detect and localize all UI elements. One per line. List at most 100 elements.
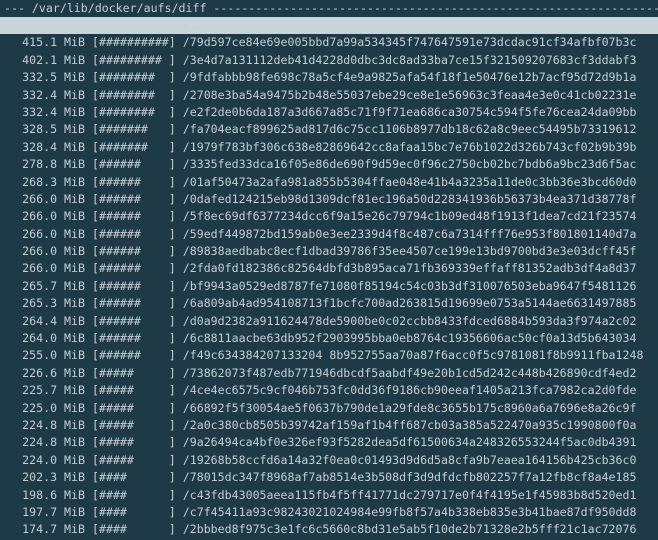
- entry-name: /6c8811aacbe63db952f2903995bba0eb8764c19…: [182, 331, 637, 346]
- entry-usage-bar: [#### ]: [92, 470, 176, 485]
- entry-usage-bar: [###### ]: [92, 191, 176, 206]
- directory-entry-row[interactable]: 266.0 MiB [###### ] /0dafed124215eb98d1309…: [0, 191, 658, 208]
- directory-entry-row[interactable]: 226.6 MiB [##### ] /73862073f487edb771946d…: [0, 365, 658, 382]
- directory-entry-row[interactable]: 225.7 MiB [##### ] /4ce4ec6575c9cf046b753f…: [0, 382, 658, 399]
- entry-usage-bar: [###### ]: [92, 313, 176, 328]
- entry-usage-bar: [###### ]: [92, 348, 176, 363]
- directory-entry-row[interactable]: 266.0 MiB [###### ] /59edf449872bd159ab0e3…: [0, 226, 658, 243]
- directory-entry-row[interactable]: 255.0 MiB [###### ] /f49c634384207133204 8…: [0, 347, 658, 364]
- entry-usage-bar: [###### ]: [92, 261, 176, 276]
- entry-name: /2bbbed8f975c3e1fc6c5660c8bd31e5ab5f10de…: [182, 522, 637, 537]
- parent-directory-row[interactable]: /..: [0, 17, 658, 35]
- directory-listing: /.. 415.1 MiB [##########] /79d597ce84e69e…: [0, 17, 658, 540]
- entry-size: 224.8 MiB: [22, 435, 85, 450]
- entry-usage-bar: [###### ]: [92, 157, 176, 172]
- entry-size: 225.7 MiB: [22, 383, 85, 398]
- entry-name: /fa704eacf899625ad817d6c75cc1106b8977db1…: [182, 122, 637, 137]
- directory-entry-row[interactable]: 265.7 MiB [###### ] /bf9943a0529ed8787fe71…: [0, 278, 658, 295]
- directory-entry-row[interactable]: 197.7 MiB [#### ] /c7f45411a93c98243021024…: [0, 504, 658, 521]
- entry-name: /66892f5f30054ae5f0637b790de1a29fde8c365…: [182, 400, 637, 415]
- directory-entry-row[interactable]: 278.8 MiB [###### ] /3335fed33dca16f05e86d…: [0, 156, 658, 173]
- directory-entry-row[interactable]: 224.8 MiB [##### ] /2a0c380cb8505b39742af1…: [0, 417, 658, 434]
- entry-name: /59edf449872bd159ab0e3ee2339d4f8c487c6a7…: [182, 226, 637, 241]
- entry-size: 278.8 MiB: [22, 157, 85, 172]
- entry-name: /19268b58ccfd6a14a32f0ea0c01493d9d6d5a8c…: [182, 452, 637, 467]
- entry-size: 266.0 MiB: [22, 261, 85, 276]
- entry-bar: [92, 17, 175, 34]
- entry-usage-bar: [######### ]: [92, 52, 176, 67]
- entry-usage-bar: [###### ]: [92, 226, 176, 241]
- entry-name: /3335fed33dca16f05e86de690f9d59ec0f96c27…: [182, 157, 637, 172]
- entry-size: 198.6 MiB: [22, 487, 85, 502]
- entry-usage-bar: [##### ]: [92, 400, 176, 415]
- entry-usage-bar: [######## ]: [92, 70, 176, 85]
- entry-usage-bar: [##### ]: [92, 417, 176, 432]
- entry-name: /c43fdb43005aeea115fb4f5ff41771dc279717e…: [182, 487, 637, 502]
- entry-name: /5f8ec69df6377234dcc6f9a15e26c79794c1b09…: [182, 209, 637, 224]
- entry-size: 264.0 MiB: [22, 331, 85, 346]
- entry-name: /78015dc347f8968af7ab8514e3b508df3d9dfdc…: [182, 470, 637, 485]
- entry-usage-bar: [###### ]: [92, 244, 176, 259]
- entry-usage-bar: [######## ]: [92, 104, 176, 119]
- entry-usage-bar: [####### ]: [92, 139, 176, 154]
- entry-name: /6a809ab4ad954108713f1bcfc700ad263815d19…: [182, 296, 637, 311]
- directory-entry-row[interactable]: 268.3 MiB [###### ] /01af50473a2afa981a855…: [0, 174, 658, 191]
- directory-entry-row[interactable]: 265.3 MiB [###### ] /6a809ab4ad954108713f1…: [0, 295, 658, 312]
- entry-usage-bar: [####### ]: [92, 122, 176, 137]
- directory-entry-row[interactable]: 224.0 MiB [##### ] /19268b58ccfd6a14a32f0e…: [0, 452, 658, 469]
- directory-entry-row[interactable]: 332.5 MiB [######## ] /9fdfabbb98fe698c78a…: [0, 69, 658, 86]
- entry-name: /..: [182, 18, 203, 32]
- entry-name: /3e4d7a131112deb41d4228d0dbc3dc8ad33ba7c…: [182, 52, 637, 67]
- entry-size: 328.5 MiB: [22, 122, 85, 137]
- entry-size: 332.4 MiB: [22, 104, 85, 119]
- entry-size: 266.0 MiB: [22, 209, 85, 224]
- directory-entry-row[interactable]: 266.0 MiB [###### ] /2fda0fd182386c82564db…: [0, 260, 658, 277]
- directory-entry-row[interactable]: 264.4 MiB [###### ] /d0a9d2382a911624478de…: [0, 313, 658, 330]
- entry-usage-bar: [##### ]: [92, 435, 176, 450]
- directory-entry-row[interactable]: 415.1 MiB [##########] /79d597ce84e69e005b…: [0, 34, 658, 51]
- directory-entry-row[interactable]: 225.0 MiB [##### ] /66892f5f30054ae5f0637b…: [0, 400, 658, 417]
- entry-size: 266.0 MiB: [22, 191, 85, 206]
- entry-name: /9a26494ca4bf0e326ef93f5282dea5df6150063…: [182, 435, 637, 450]
- entry-size: 332.4 MiB: [22, 87, 85, 102]
- terminal-window: --- /var/lib/docker/aufs/diff ----------…: [0, 0, 658, 540]
- entry-name: /f49c634384207133204 8b952755aa70a87f6ac…: [182, 348, 644, 363]
- entry-size: 265.3 MiB: [22, 296, 85, 311]
- directory-entry-row[interactable]: 224.8 MiB [##### ] /9a26494ca4bf0e326ef93f…: [0, 434, 658, 451]
- entry-usage-bar: [#### ]: [92, 504, 176, 519]
- entry-size: 225.0 MiB: [22, 400, 85, 415]
- entry-name: /4ce4ec6575c9cf046b753fc0dd36f9186cb90ee…: [182, 383, 637, 398]
- entry-name: /0dafed124215eb98d1309dcf81ec196a50d2283…: [182, 191, 637, 206]
- entry-size: [0, 17, 85, 34]
- directory-entry-row[interactable]: 198.6 MiB [#### ] /c43fdb43005aeea115fb4f5…: [0, 487, 658, 504]
- entry-size: 266.0 MiB: [22, 226, 85, 241]
- entry-name: /d0a9d2382a911624478de5900be0c02ccbb8433…: [182, 313, 637, 328]
- entry-usage-bar: [######## ]: [92, 87, 176, 102]
- directory-entry-row[interactable]: 202.3 MiB [#### ] /78015dc347f8968af7ab851…: [0, 469, 658, 486]
- directory-entry-row[interactable]: 266.0 MiB [###### ] /5f8ec69df6377234dcc6f…: [0, 208, 658, 225]
- entry-name: /2fda0fd182386c82564dbfd3b895aca71fb3693…: [182, 261, 637, 276]
- entry-size: 226.6 MiB: [22, 365, 85, 380]
- directory-entry-row[interactable]: 264.0 MiB [###### ] /6c8811aacbe63db952f29…: [0, 330, 658, 347]
- entry-name: /2a0c380cb8505b39742af159af1b4ff687cb03a…: [182, 417, 637, 432]
- directory-entry-row[interactable]: 328.5 MiB [####### ] /fa704eacf899625ad817…: [0, 121, 658, 138]
- entry-size: 197.7 MiB: [22, 504, 85, 519]
- directory-entry-row[interactable]: 266.0 MiB [###### ] /89838aedbabc8ecf1dbad…: [0, 243, 658, 260]
- entry-size: 264.4 MiB: [22, 313, 85, 328]
- entry-name: /01af50473a2afa981a855b5304ffae048e41b4a…: [182, 174, 637, 189]
- path-header: --- /var/lib/docker/aufs/diff ----------…: [4, 1, 658, 15]
- entry-size: 174.7 MiB: [22, 522, 85, 537]
- entry-usage-bar: [#### ]: [92, 522, 176, 537]
- entry-usage-bar: [##### ]: [92, 383, 176, 398]
- entry-name: /79d597ce84e69e005bbd7a99a534345f7476475…: [182, 35, 637, 50]
- entry-usage-bar: [###### ]: [92, 296, 176, 311]
- directory-entry-row[interactable]: 332.4 MiB [######## ] /e2f2de0b6da187a3d66…: [0, 104, 658, 121]
- entry-size: 265.7 MiB: [22, 278, 85, 293]
- directory-entry-row[interactable]: 174.7 MiB [#### ] /2bbbed8f975c3e1fc6c5660…: [0, 521, 658, 538]
- entry-size: 332.5 MiB: [22, 70, 85, 85]
- entry-size: 328.4 MiB: [22, 139, 85, 154]
- directory-entry-row[interactable]: 402.1 MiB [######### ] /3e4d7a131112deb41d…: [0, 52, 658, 69]
- entry-usage-bar: [###### ]: [92, 331, 176, 346]
- directory-entry-row[interactable]: 328.4 MiB [####### ] /1979f783bf306c638e82…: [0, 139, 658, 156]
- directory-entry-row[interactable]: 332.4 MiB [######## ] /2708e3ba54a9475b2b4…: [0, 87, 658, 104]
